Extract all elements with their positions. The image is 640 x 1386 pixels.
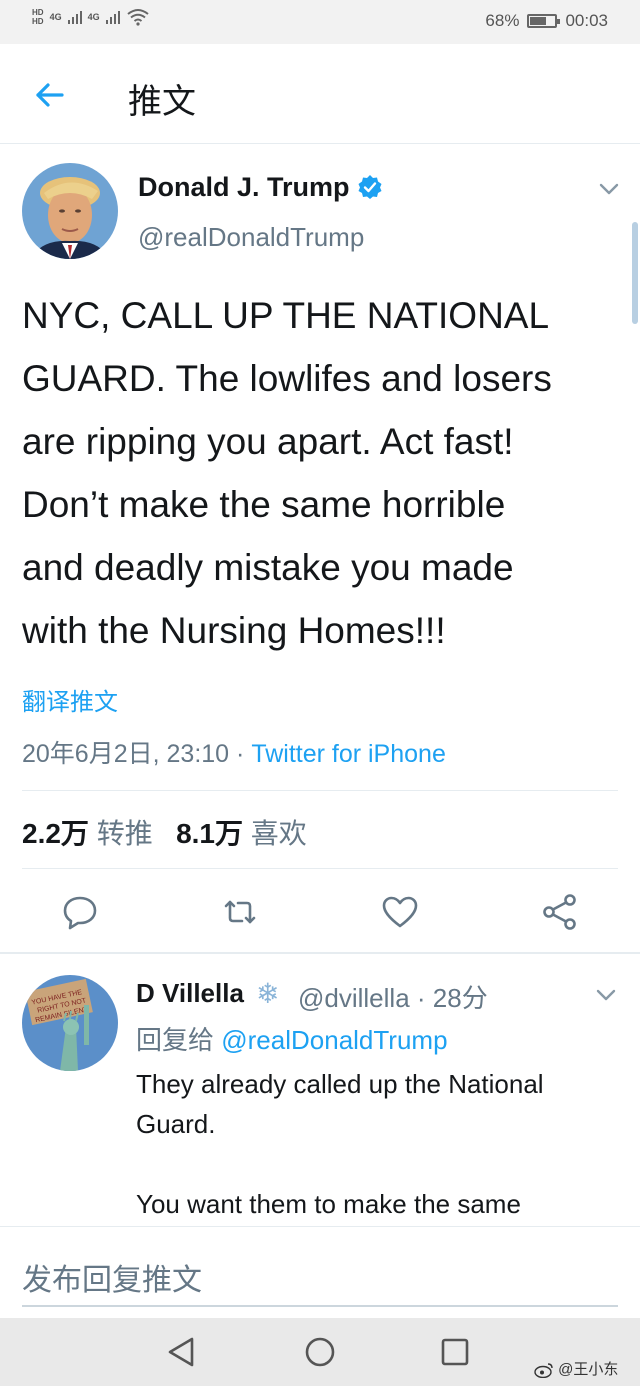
wifi-icon xyxy=(126,9,149,26)
author-handle[interactable]: @realDonaldTrump xyxy=(138,222,364,253)
circle-home-icon xyxy=(305,1337,335,1367)
network-type-2: 4G xyxy=(87,12,100,22)
retweet-icon xyxy=(224,900,256,924)
tweet-meta: 20年6月2日, 23:10 · Twitter for iPhone xyxy=(22,734,446,770)
hd-indicator: HD HD xyxy=(32,8,44,26)
heart-icon xyxy=(382,896,418,928)
tweet-text-line: and deadly mistake you made xyxy=(22,547,514,588)
reply-text-gap xyxy=(136,1144,606,1184)
tweet-stats: 2.2万 转推 8.1万 喜欢 xyxy=(22,812,307,852)
reply-author-handle: @dvillella · 28分 xyxy=(298,978,488,1015)
reply-handle-text[interactable]: @dvillella xyxy=(298,983,410,1013)
chevron-down-icon xyxy=(599,183,619,195)
watermark: @王小东 xyxy=(534,1358,618,1379)
reply-author-name[interactable]: D Villella xyxy=(136,978,244,1009)
meta-separator: · xyxy=(236,740,245,768)
reply-to-mention[interactable]: @realDonaldTrump xyxy=(221,1025,447,1055)
battery-percent: 68% xyxy=(485,11,520,30)
author-avatar[interactable] xyxy=(22,163,118,259)
tweet-source-link[interactable]: Twitter for iPhone xyxy=(251,740,446,768)
compose-underline xyxy=(22,1305,618,1307)
clock: 00:03 xyxy=(565,11,608,30)
nav-home-button[interactable] xyxy=(302,1334,338,1370)
tweet-timestamp[interactable]: 20年6月2日, 23:10 xyxy=(22,740,229,768)
verified-badge-icon xyxy=(358,175,382,199)
nav-back-button[interactable] xyxy=(164,1334,200,1370)
page-title: 推文 xyxy=(128,83,196,121)
reply-button[interactable] xyxy=(60,892,100,932)
reply-options-button[interactable] xyxy=(594,986,618,1004)
weibo-logo-icon xyxy=(534,1363,553,1379)
reply-time-separator: · xyxy=(416,983,426,1013)
retweet-count: 2.2万 xyxy=(22,818,89,849)
tweet-text: NYC, CALL UP THE NATIONAL GUARD. The low… xyxy=(22,284,622,662)
like-button[interactable] xyxy=(380,892,420,932)
reply-text: They already called up the National Guar… xyxy=(136,1064,606,1224)
translate-tweet-link[interactable]: 翻译推文 xyxy=(22,682,118,717)
square-recents-icon xyxy=(441,1338,469,1366)
reply-text-line: They already called up the National xyxy=(136,1069,544,1099)
retweet-button[interactable] xyxy=(220,892,260,932)
signal-bars-icon xyxy=(67,10,82,24)
status-bar: HD HD 4G 4G 68% 00:03 xyxy=(0,0,640,44)
arrow-left-icon xyxy=(36,83,64,107)
network-type-1: 4G xyxy=(49,12,62,22)
back-button[interactable] xyxy=(32,77,68,113)
status-right: 68% 00:03 xyxy=(485,11,608,31)
divider xyxy=(22,868,618,869)
tweet-text-line: Don’t make the same horrible xyxy=(22,484,506,525)
reply-to-label: 回复给 xyxy=(136,1025,215,1055)
nav-recents-button[interactable] xyxy=(437,1334,473,1370)
section-separator xyxy=(0,952,640,954)
author-name[interactable]: Donald J. Trump xyxy=(138,172,350,203)
tweet-options-button[interactable] xyxy=(597,180,621,198)
tweet-text-line: are ripping you apart. Act fast! xyxy=(22,421,514,462)
snowflake-icon: ❄ xyxy=(256,978,280,1009)
tweet-text-line: NYC, CALL UP THE NATIONAL xyxy=(22,295,550,336)
chevron-down-icon xyxy=(596,989,616,1001)
like-stat[interactable]: 8.1万 喜欢 xyxy=(176,818,307,849)
reply-to-line: 回复给 @realDonaldTrump xyxy=(136,1020,448,1057)
triangle-back-icon xyxy=(168,1337,194,1367)
retweet-stat[interactable]: 2.2万 转推 xyxy=(22,818,153,849)
reply-author-avatar[interactable]: YOU HAVE THE RIGHT TO NOT REMAIN SILENT xyxy=(22,975,118,1071)
reply-compose-input[interactable]: 发布回复推文 xyxy=(22,1255,202,1299)
divider xyxy=(22,790,618,791)
like-count: 8.1万 xyxy=(176,818,244,849)
tweet-text-line: GUARD. The lowlifes and losers xyxy=(22,358,552,399)
scrollbar-thumb[interactable] xyxy=(632,222,638,324)
tweet-text-line: with the Nursing Homes!!! xyxy=(22,610,446,651)
share-icon xyxy=(543,894,576,930)
signal-bars-icon xyxy=(105,10,120,24)
battery-icon xyxy=(527,14,561,28)
reply-time: 28分 xyxy=(432,983,488,1013)
watermark-text: @王小东 xyxy=(558,1361,619,1378)
reply-text-line: You want them to make the same xyxy=(136,1189,521,1219)
compose-bar: 发布回复推文 xyxy=(0,1226,640,1318)
header: 推文 xyxy=(0,44,640,144)
reply-text-line: Guard. xyxy=(136,1109,216,1139)
reply-icon xyxy=(63,896,97,930)
retweet-label: 转推 xyxy=(96,818,153,849)
signal-indicators: HD HD 4G 4G xyxy=(32,8,150,26)
like-label: 喜欢 xyxy=(250,818,307,849)
share-button[interactable] xyxy=(540,892,580,932)
